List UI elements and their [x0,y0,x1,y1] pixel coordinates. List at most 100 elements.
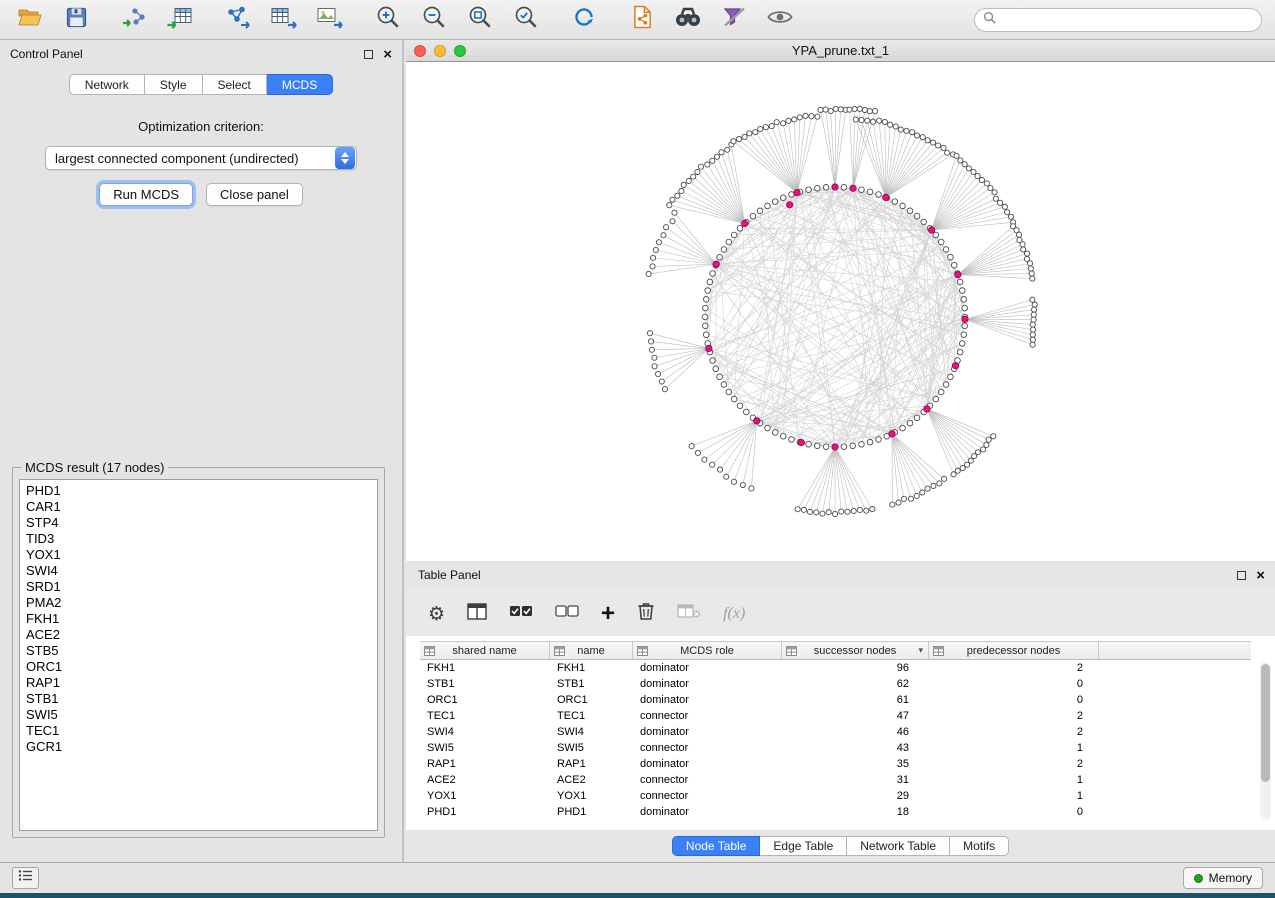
criterion-select[interactable]: largest connected component (undirected) [45,146,357,170]
search-input[interactable] [1001,10,1261,30]
table-cell: 29 [782,790,929,802]
tab-network-table[interactable]: Network Table [847,836,950,856]
mcds-result-item[interactable]: CAR1 [20,499,377,515]
network-graph[interactable] [406,62,1275,561]
tab-mcds[interactable]: MCDS [267,74,333,95]
memory-button[interactable]: Memory [1183,867,1263,889]
trash-icon [637,601,655,626]
table-cell: SWI4 [420,726,550,738]
add-column-button[interactable]: + [601,599,615,629]
tab-node-table[interactable]: Node Table [672,836,761,856]
table-row[interactable]: SWI5SWI5connector431 [420,740,1251,756]
filter-button[interactable] [718,5,750,35]
network-nodes[interactable] [646,106,1037,516]
table-row[interactable]: STB1STB1dominator620 [420,676,1251,692]
column-header-successor-nodes[interactable]: successor nodes▾ [782,642,929,659]
mcds-result-item[interactable]: TEC1 [20,723,377,739]
refresh-layout-button[interactable] [568,5,600,35]
search-network-button[interactable] [672,5,704,35]
show-columns-button[interactable] [467,599,487,629]
run-mcds-button[interactable]: Run MCDS [99,183,193,206]
table-cell: PHD1 [550,806,633,818]
table-cell: 46 [782,726,929,738]
table-row[interactable]: RAP1RAP1dominator352 [420,756,1251,772]
network-canvas[interactable] [406,62,1275,561]
mcds-result-item[interactable]: PHD1 [20,483,377,499]
float-panel-icon[interactable] [364,50,373,59]
export-table-button[interactable] [268,5,300,35]
mcds-result-item[interactable]: SWI5 [20,707,377,723]
zoom-fit-button[interactable] [464,5,496,35]
table-cell: dominator [633,758,782,770]
tab-style[interactable]: Style [145,74,203,95]
table-row[interactable]: FKH1FKH1dominator962 [420,660,1251,676]
close-table-panel-icon[interactable]: × [1256,568,1265,583]
table-row[interactable]: SWI4SWI4dominator462 [420,724,1251,740]
mcds-result-item[interactable]: STB1 [20,691,377,707]
control-tabs: NetworkStyleSelectMCDS [0,74,402,95]
mcds-result-item[interactable]: TID3 [20,531,377,547]
mcds-result-item[interactable]: SWI4 [20,563,377,579]
tab-edge-table[interactable]: Edge Table [760,836,847,856]
mcds-result-item[interactable]: GCR1 [20,739,377,755]
table-row[interactable]: ACE2ACE2connector311 [420,772,1251,788]
mcds-result-item[interactable]: FKH1 [20,611,377,627]
delete-column-button[interactable] [637,599,655,629]
close-window-icon[interactable] [414,45,426,57]
mcds-result-item[interactable]: STP4 [20,515,377,531]
save-button[interactable] [60,5,92,35]
float-table-panel-icon[interactable] [1237,571,1246,580]
mcds-result-item[interactable]: PMA2 [20,595,377,611]
mcds-result-item[interactable]: YOX1 [20,547,377,563]
column-header-name[interactable]: name [550,642,633,659]
tab-select[interactable]: Select [203,74,267,95]
deselect-all-button[interactable] [555,599,579,629]
control-panel-titlebar: Control Panel × [0,40,402,68]
table-scrollbar[interactable] [1260,662,1271,820]
column-header-shared-name[interactable]: shared name [420,642,550,659]
zoom-in-button[interactable] [372,5,404,35]
list-menu-icon [18,869,33,887]
plus-icon: + [601,602,615,626]
show-hide-button[interactable] [764,5,796,35]
table-settings-button[interactable]: ⚙ [428,599,445,629]
mcds-result-item[interactable]: RAP1 [20,675,377,691]
filter-slash-icon [721,5,747,34]
table-row[interactable]: ORC1ORC1dominator610 [420,692,1251,708]
tab-motifs[interactable]: Motifs [950,836,1009,856]
share-document-button[interactable] [626,5,658,35]
function-builder-button[interactable]: f(x) [723,599,745,629]
column-header-predecessor-nodes[interactable]: predecessor nodes [929,642,1099,659]
import-network-button[interactable] [118,5,150,35]
minimize-window-icon[interactable] [434,45,446,57]
scrollbar-thumb[interactable] [1261,664,1270,782]
mcds-result-item[interactable]: ORC1 [20,659,377,675]
mcds-result-item[interactable]: STB5 [20,643,377,659]
tab-network[interactable]: Network [69,74,145,95]
mcds-result-item[interactable]: SRD1 [20,579,377,595]
close-panel-icon[interactable]: × [383,47,392,62]
zoom-selected-button[interactable] [510,5,542,35]
deselect-all-icon [555,604,579,623]
chevron-down-icon[interactable]: ▾ [918,645,923,656]
zoom-out-button[interactable] [418,5,450,35]
clear-table-button[interactable] [677,599,701,629]
table-row[interactable]: YOX1YOX1connector291 [420,788,1251,804]
table-row[interactable]: PHD1PHD1dominator180 [420,804,1251,820]
table-cell: STB1 [420,678,550,690]
select-all-button[interactable] [509,599,533,629]
status-menu-button[interactable] [12,867,39,889]
zoom-window-icon[interactable] [454,45,466,57]
open-folder-button[interactable] [14,5,46,35]
table-row[interactable]: TEC1TEC1connector472 [420,708,1251,724]
column-header-MCDS-role[interactable]: MCDS role [633,642,782,659]
import-table-button[interactable] [164,5,196,35]
search-icon [983,11,996,29]
close-panel-button[interactable]: Close panel [206,183,303,206]
export-network-button[interactable] [222,5,254,35]
table-cell: SWI5 [550,742,633,754]
mcds-result-item[interactable]: ACE2 [20,627,377,643]
export-image-button[interactable] [314,5,346,35]
mcds-result-list[interactable]: PHD1CAR1STP4TID3YOX1SWI4SRD1PMA2FKH1ACE2… [19,479,378,831]
network-title: YPA_prune.txt_1 [792,43,889,58]
